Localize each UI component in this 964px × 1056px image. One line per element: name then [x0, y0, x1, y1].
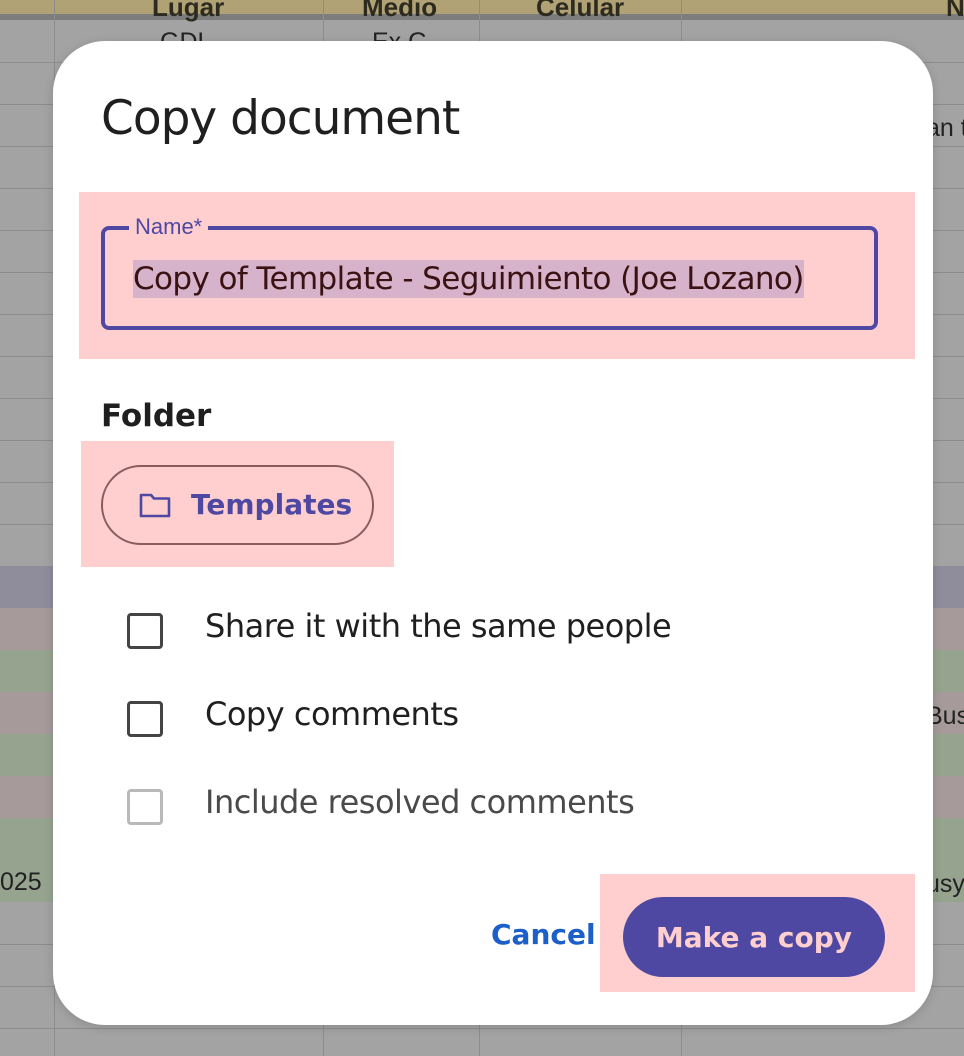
- copy-document-dialog: Copy document Name* Copy of Template - S…: [53, 41, 933, 1025]
- name-field-label: Name*: [129, 213, 209, 241]
- folder-heading: Folder: [101, 398, 212, 434]
- folder-icon: [139, 493, 171, 518]
- include-resolved-checkbox: [127, 789, 163, 825]
- copy-comments-label: Copy comments: [205, 695, 459, 733]
- dialog-title: Copy document: [101, 91, 460, 146]
- sheet-header-lugar: Lugar: [152, 0, 225, 22]
- sheet-cell: 025: [0, 868, 42, 896]
- name-field[interactable]: Name* Copy of Template - Seguimiento (Jo…: [101, 213, 878, 330]
- sheet-header-shadow: [0, 14, 964, 20]
- copy-comments-checkbox[interactable]: [127, 701, 163, 737]
- name-input-value[interactable]: Copy of Template - Seguimiento (Joe Loza…: [133, 260, 804, 298]
- make-a-copy-button[interactable]: Make a copy: [623, 897, 885, 977]
- include-resolved-label: Include resolved comments: [205, 783, 635, 821]
- share-checkbox[interactable]: [127, 613, 163, 649]
- folder-chip-label: Templates: [191, 488, 353, 521]
- sheet-gridline: [0, 1028, 964, 1029]
- sheet-header-medio: Medio: [362, 0, 438, 22]
- sheet-header-celular: Celular: [536, 0, 625, 22]
- folder-chip-button[interactable]: Templates: [101, 465, 374, 545]
- cancel-button[interactable]: Cancel: [491, 918, 596, 951]
- share-checkbox-label: Share it with the same people: [205, 607, 672, 645]
- sheet-header-n: N: [946, 0, 964, 22]
